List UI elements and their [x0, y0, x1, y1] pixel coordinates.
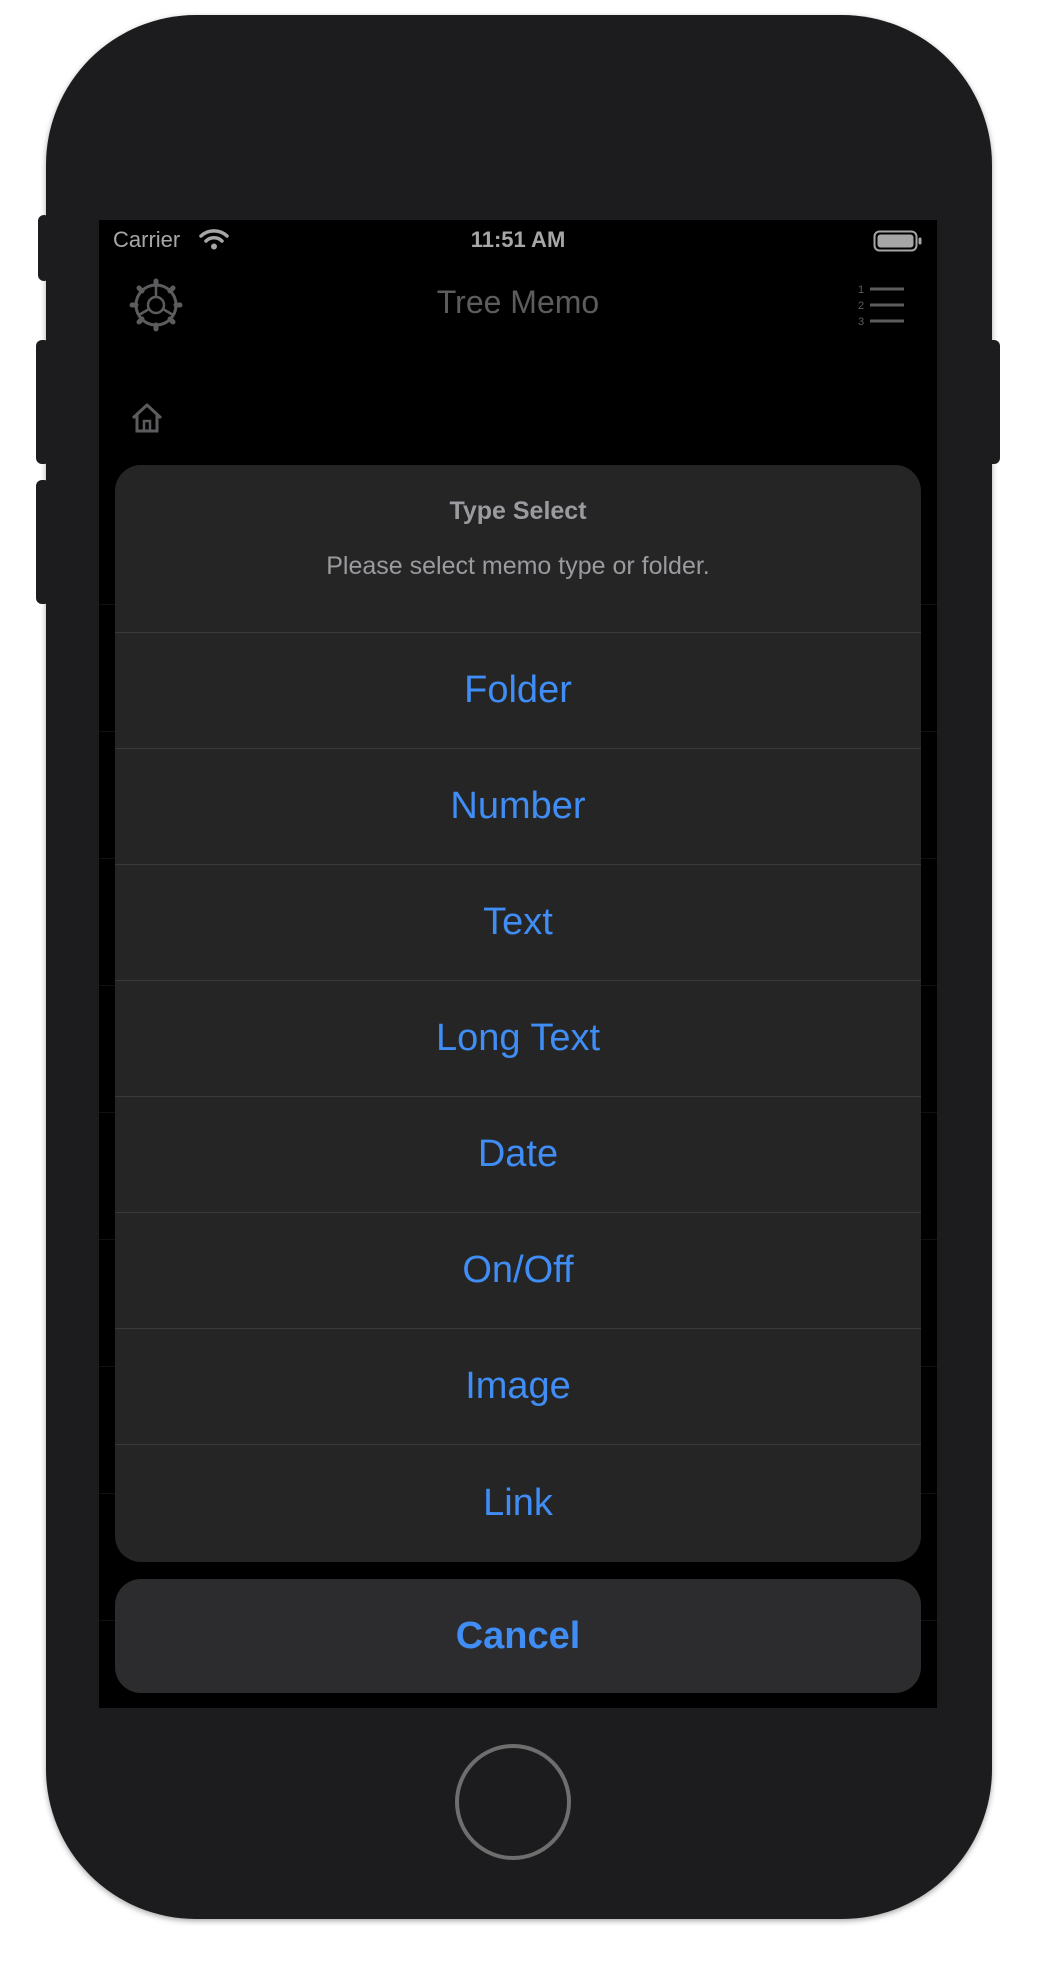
- action-sheet-message: Please select memo type or folder.: [326, 552, 710, 580]
- link-button[interactable]: Link: [115, 1445, 921, 1561]
- home-button[interactable]: [455, 1744, 571, 1860]
- volume-down-button: [36, 480, 50, 604]
- image-button[interactable]: Image: [115, 1329, 921, 1445]
- volume-up-button: [36, 340, 50, 464]
- mute-switch: [38, 215, 50, 281]
- power-button: [986, 340, 1000, 464]
- number-button[interactable]: Number: [115, 749, 921, 865]
- action-sheet-header: Type Select Please select memo type or f…: [115, 465, 921, 633]
- long-text-button[interactable]: Long Text: [115, 981, 921, 1097]
- text-button[interactable]: Text: [115, 865, 921, 981]
- screen: Carrier 11:51 AM Tree Memo 1 2 3 Type Se…: [99, 220, 937, 1708]
- folder-button[interactable]: Folder: [115, 633, 921, 749]
- action-sheet-title: Type Select: [449, 497, 587, 525]
- on-off-button[interactable]: On/Off: [115, 1213, 921, 1329]
- date-button[interactable]: Date: [115, 1097, 921, 1213]
- action-sheet: Type Select Please select memo type or f…: [115, 465, 921, 1562]
- cancel-button[interactable]: Cancel: [115, 1579, 921, 1693]
